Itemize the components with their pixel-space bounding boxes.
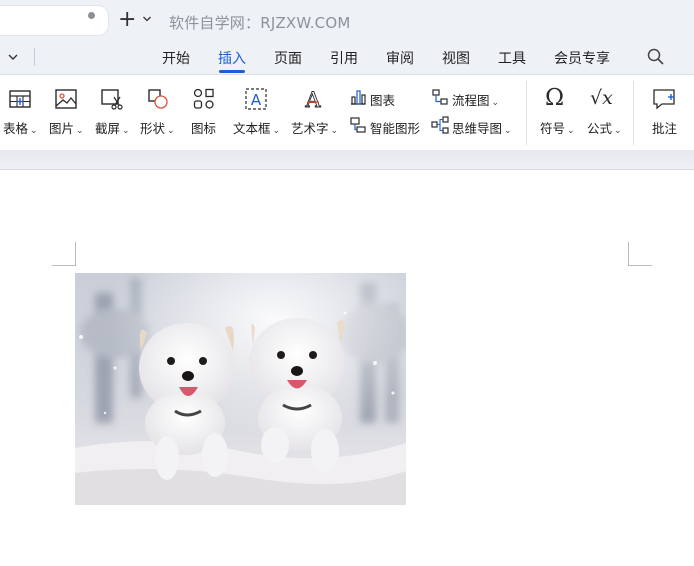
- icons-library-icon[interactable]: [192, 87, 216, 111]
- chevron-down-icon: ⌄: [491, 98, 500, 108]
- menu-tab-page[interactable]: 页面: [274, 48, 302, 68]
- chevron-down-icon[interactable]: [142, 14, 152, 24]
- mindmap-button[interactable]: 思维导图 ⌄: [452, 118, 512, 137]
- smartart-button[interactable]: 智能图形: [370, 118, 420, 137]
- formula-label: 公式: [587, 121, 613, 136]
- formula-button[interactable]: 公式 ⌄: [587, 118, 622, 137]
- active-tab-underline: [219, 70, 245, 73]
- margin-corner-top-left: [52, 242, 76, 266]
- flowchart-label: 流程图: [452, 93, 490, 108]
- menu-tab-references[interactable]: 引用: [330, 48, 358, 68]
- mindmap-label: 思维导图: [452, 121, 503, 136]
- textbox-label: 文本框: [233, 121, 271, 136]
- new-tab-button[interactable]: +: [118, 9, 136, 31]
- icons-button[interactable]: 图标: [191, 118, 216, 137]
- chevron-down-icon: ⌄: [504, 126, 512, 136]
- textbox-glyph: A: [251, 91, 262, 109]
- screenshot-button[interactable]: 截屏 ⌄: [95, 118, 130, 137]
- chevron-down-icon: ⌄: [122, 126, 130, 136]
- symbol-label: 符号: [540, 121, 566, 136]
- ribbon-shadow: [0, 150, 694, 170]
- chart-icon[interactable]: [349, 88, 367, 106]
- comment-add-icon[interactable]: [652, 87, 676, 111]
- table-label: 表格: [3, 121, 29, 136]
- wordart-icon[interactable]: A: [301, 87, 325, 111]
- smartart-icon[interactable]: [349, 116, 367, 134]
- screenshot-scissors-icon[interactable]: [100, 87, 124, 111]
- chevron-down-icon: ⌄: [614, 126, 622, 136]
- wordart-label: 艺术字: [291, 121, 329, 136]
- textbox-icon[interactable]: A: [244, 87, 268, 111]
- menu-tab-insert[interactable]: 插入: [218, 48, 246, 68]
- menu-tab-tools[interactable]: 工具: [498, 48, 526, 68]
- shapes-button[interactable]: 形状 ⌄: [140, 118, 175, 137]
- chevron-down-icon: ⌄: [272, 126, 281, 136]
- menu-tab-member[interactable]: 会员专享: [554, 48, 610, 68]
- document-tab[interactable]: [0, 6, 108, 35]
- menu-tab-view[interactable]: 视图: [442, 48, 470, 68]
- title-bar: + 软件自学网：RJZXW.COM: [0, 0, 694, 42]
- formula-sqrt-icon[interactable]: √x: [590, 86, 613, 110]
- collapse-chevron-icon[interactable]: [7, 51, 19, 63]
- table-button[interactable]: 表格 ⌄: [3, 118, 38, 137]
- textbox-button[interactable]: 文本框 ⌄: [233, 118, 280, 137]
- picture-label: 图片: [49, 121, 75, 136]
- chart-button[interactable]: 图表: [370, 90, 395, 109]
- omega-symbol-icon[interactable]: Ω: [545, 85, 564, 111]
- inserted-photo[interactable]: [75, 273, 406, 505]
- mindmap-icon[interactable]: [431, 116, 449, 134]
- chevron-down-icon: ⌄: [30, 126, 38, 136]
- wordart-button[interactable]: 艺术字 ⌄: [291, 118, 338, 137]
- screenshot-label: 截屏: [95, 121, 121, 136]
- table-icon[interactable]: [8, 87, 32, 111]
- ribbon-separator: [633, 81, 634, 145]
- menu-tab-review[interactable]: 审阅: [386, 48, 414, 68]
- wordart-glyph: A: [304, 88, 321, 111]
- chevron-down-icon: ⌄: [330, 126, 339, 136]
- chevron-down-icon: ⌄: [167, 126, 175, 136]
- watermark-text: 软件自学网：RJZXW.COM: [169, 14, 351, 32]
- ribbon-separator: [526, 81, 527, 145]
- comment-button[interactable]: 批注: [652, 118, 677, 137]
- menu-bar: 开始 插入 页面 引用 审阅 视图 工具 会员专享: [0, 42, 694, 74]
- insert-ribbon: 表格 ⌄ 图片 ⌄ 截屏 ⌄ 形状 ⌄ 图标 A 文本框 ⌄ A 艺术字 ⌄ 图…: [0, 74, 694, 151]
- symbol-button[interactable]: 符号 ⌄: [540, 118, 575, 137]
- shapes-icon[interactable]: [146, 87, 170, 111]
- search-icon[interactable]: [646, 47, 666, 67]
- picture-button[interactable]: 图片 ⌄: [49, 118, 84, 137]
- chevron-down-icon: ⌄: [76, 126, 84, 136]
- flowchart-button[interactable]: 流程图 ⌄: [452, 90, 499, 109]
- chevron-down-icon: ⌄: [567, 126, 575, 136]
- shapes-label: 形状: [140, 121, 166, 136]
- unsaved-dot-icon: [88, 12, 95, 19]
- menu-separator: [34, 48, 35, 66]
- flowchart-icon[interactable]: [431, 88, 449, 106]
- picture-icon[interactable]: [54, 87, 78, 111]
- margin-corner-top-right: [628, 242, 652, 266]
- menu-tab-home[interactable]: 开始: [162, 48, 190, 68]
